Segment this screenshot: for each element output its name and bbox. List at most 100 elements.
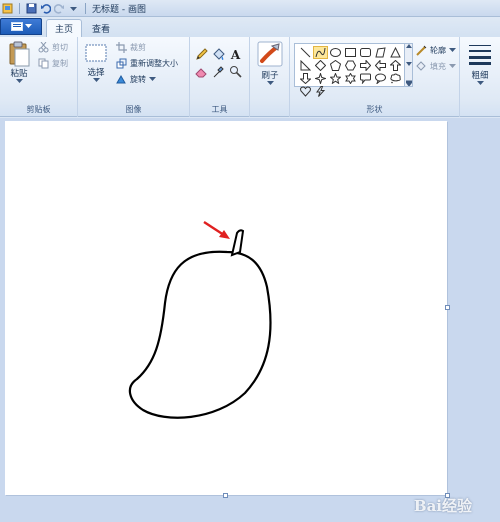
- four-point-star-shape-icon[interactable]: [313, 72, 328, 85]
- outline-icon: [416, 45, 427, 56]
- oval-shape-icon[interactable]: [328, 46, 343, 59]
- down-arrow-shape-icon[interactable]: [298, 72, 313, 85]
- shapes-gallery-scrollbar[interactable]: [404, 43, 413, 87]
- red-arrow: [203, 220, 230, 239]
- brush-icon: [257, 41, 283, 67]
- image-group-label: 图像: [125, 105, 142, 114]
- chevron-down-icon: [476, 81, 484, 85]
- paint-app-icon[interactable]: [2, 3, 13, 14]
- chevron-down-icon: [24, 24, 32, 28]
- brushes-group: 刷子: [250, 37, 290, 117]
- chevron-down-icon: [15, 79, 23, 83]
- paste-button[interactable]: 粘贴: [6, 41, 32, 84]
- resize-handle-bottom[interactable]: [223, 493, 228, 498]
- mango-stem: [230, 229, 245, 257]
- tab-home[interactable]: 主页: [46, 19, 83, 37]
- resize-icon: [116, 58, 127, 69]
- save-icon[interactable]: [26, 3, 37, 14]
- brushes-label: 刷子: [261, 71, 279, 81]
- redo-icon[interactable]: [54, 3, 65, 14]
- color-picker-icon[interactable]: [211, 64, 226, 79]
- scroll-down-icon[interactable]: [405, 62, 412, 66]
- up-arrow-shape-icon[interactable]: [388, 59, 403, 72]
- rotate-button[interactable]: 旋转: [116, 74, 156, 85]
- cut-label: 剪切: [52, 43, 68, 52]
- scroll-up-icon[interactable]: [405, 44, 412, 48]
- rounded-rectangle-shape-icon[interactable]: [358, 46, 373, 59]
- resize-button[interactable]: 重新调整大小: [116, 58, 178, 69]
- title-bar: 无标题 - 画图: [0, 0, 500, 17]
- clipboard-group-label: 剪贴板: [26, 105, 51, 114]
- title-separator-2: [85, 2, 86, 14]
- title-separator: [19, 2, 20, 14]
- rectangle-shape-icon[interactable]: [343, 46, 358, 59]
- triangle-shape-icon[interactable]: [388, 46, 403, 59]
- customize-icon[interactable]: [68, 3, 79, 14]
- tools-group: A 工具: [190, 37, 250, 117]
- tools-group-label: 工具: [211, 105, 228, 114]
- fill-bucket-icon: [416, 61, 426, 71]
- selection-icon: [85, 44, 107, 62]
- paint-menu-icon: [10, 22, 23, 31]
- undo-icon[interactable]: [40, 3, 51, 14]
- line-width-icon: [469, 45, 491, 65]
- brushes-button[interactable]: 刷子: [255, 41, 285, 86]
- expand-gallery-icon[interactable]: [405, 80, 412, 86]
- tools-grid: A: [194, 47, 243, 79]
- window-title: 无标题 - 画图: [92, 4, 146, 15]
- rotate-icon: [116, 74, 126, 84]
- watermark: Bai经验: [413, 497, 472, 515]
- six-point-star-shape-icon[interactable]: [343, 72, 358, 85]
- five-point-star-shape-icon[interactable]: [328, 72, 343, 85]
- paste-icon: [9, 41, 30, 67]
- outline-button[interactable]: 轮廓: [416, 45, 456, 56]
- chevron-down-icon: [92, 78, 100, 82]
- right-triangle-shape-icon[interactable]: [298, 59, 313, 72]
- scissors-icon: [38, 42, 49, 53]
- resize-handle-right[interactable]: [445, 305, 450, 310]
- mango-outline: [128, 250, 272, 419]
- chevron-down-icon: [449, 48, 456, 52]
- fill-shape-button[interactable]: 填充: [416, 61, 456, 72]
- heart-shape-icon[interactable]: [298, 85, 313, 98]
- right-arrow-shape-icon[interactable]: [358, 59, 373, 72]
- cloud-callout-shape-icon[interactable]: [388, 72, 403, 85]
- pentagon-shape-icon[interactable]: [328, 59, 343, 72]
- select-button[interactable]: 选择: [83, 43, 109, 83]
- paint-menu-button[interactable]: [0, 18, 42, 35]
- crop-label: 裁剪: [130, 43, 146, 52]
- drawing-canvas[interactable]: [5, 121, 447, 495]
- size-button[interactable]: 粗细: [466, 43, 494, 86]
- diamond-shape-icon[interactable]: [313, 59, 328, 72]
- curve-shape-icon[interactable]: [313, 46, 328, 59]
- text-icon[interactable]: A: [228, 47, 243, 62]
- cut-button[interactable]: 剪切: [38, 42, 68, 53]
- paste-label: 粘贴: [10, 69, 28, 79]
- crop-button[interactable]: 裁剪: [116, 42, 146, 53]
- magnifier-icon[interactable]: [228, 64, 243, 79]
- outline-label: 轮廓: [430, 46, 446, 55]
- clipboard-group: 粘贴 剪切 复制 剪贴板: [0, 37, 78, 117]
- fill-icon[interactable]: [211, 47, 226, 62]
- chevron-down-icon: [449, 64, 456, 68]
- hexagon-shape-icon[interactable]: [343, 59, 358, 72]
- lightning-shape-icon[interactable]: [313, 85, 328, 98]
- polygon-shape-icon[interactable]: [373, 46, 388, 59]
- left-arrow-shape-icon[interactable]: [373, 59, 388, 72]
- size-group: 粗细: [460, 37, 500, 117]
- size-label: 粗细: [471, 71, 489, 81]
- chevron-down-icon: [266, 81, 274, 85]
- rounded-callout-shape-icon[interactable]: [358, 72, 373, 85]
- shapes-gallery: [294, 43, 406, 97]
- line-shape-icon[interactable]: [298, 46, 313, 59]
- copy-button[interactable]: 复制: [38, 58, 68, 69]
- copy-label: 复制: [52, 59, 68, 68]
- tab-view[interactable]: 查看: [84, 19, 118, 37]
- rotate-label: 旋转: [130, 75, 146, 84]
- resize-label: 重新调整大小: [130, 59, 178, 68]
- pencil-icon[interactable]: [194, 47, 209, 62]
- oval-callout-shape-icon[interactable]: [373, 72, 388, 85]
- crop-icon: [116, 42, 127, 53]
- eraser-icon[interactable]: [194, 64, 209, 79]
- select-label: 选择: [87, 68, 105, 78]
